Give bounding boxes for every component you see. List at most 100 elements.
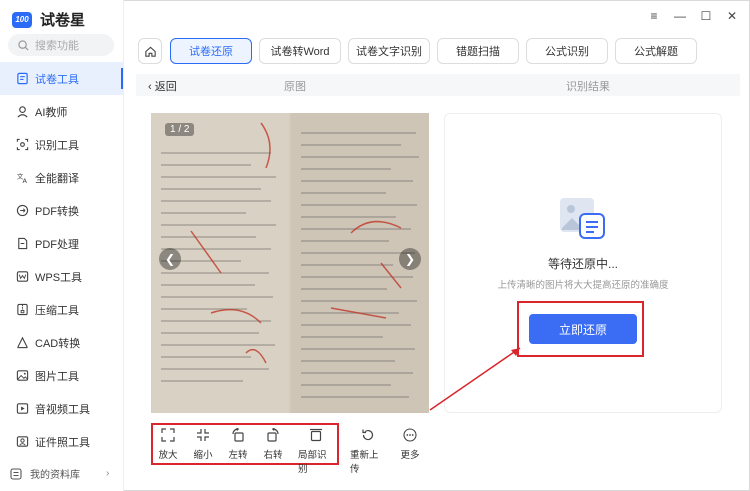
- back-button[interactable]: ‹ 返回: [148, 78, 177, 94]
- sidebar-item-exam-tools[interactable]: 试卷工具: [0, 62, 123, 95]
- compress-arrows-icon: [197, 429, 209, 441]
- original-image: 1 / 2 ❮ ❯: [151, 113, 429, 413]
- more-icon: [403, 428, 417, 442]
- pdf-process-icon: [18, 237, 28, 250]
- rotate-left-icon: [232, 428, 244, 442]
- status-text: 等待还原中...: [547, 257, 618, 271]
- sidebar-item-ai-teacher[interactable]: AI教师: [0, 95, 123, 128]
- pdf-convert-icon: [16, 204, 29, 217]
- chevron-right-icon: ❯: [404, 252, 416, 266]
- tab-formula-solve[interactable]: 公式解题: [615, 38, 697, 64]
- back-label: 返回: [154, 81, 177, 93]
- minimize-icon[interactable]: —: [674, 9, 686, 23]
- chevron-right-icon: ›: [106, 468, 110, 479]
- search-icon: [18, 39, 29, 51]
- scan-icon: [16, 138, 29, 151]
- rotate-right-icon: [267, 428, 279, 442]
- tool-label: 更多: [400, 450, 420, 461]
- id-photo-icon: [16, 436, 29, 447]
- search-input[interactable]: 搜索功能: [8, 34, 114, 56]
- sidebar-item-recognize-tools[interactable]: 识别工具: [0, 128, 123, 161]
- media-icon: [16, 403, 29, 414]
- image-icon: [16, 370, 29, 381]
- partial-recognize-button[interactable]: 局部识别: [298, 428, 334, 475]
- sidebar-item-label: 全能翻译: [35, 172, 79, 185]
- content-header: ‹ 返回 原图 识别结果: [136, 74, 740, 96]
- sidebar-item-media-tools[interactable]: 音视频工具: [0, 392, 123, 425]
- home-icon: [144, 46, 156, 57]
- sidebar-item-label: 试卷工具: [35, 73, 79, 86]
- sidebar-item-label: PDF处理: [35, 238, 79, 251]
- refresh-icon: [362, 429, 374, 441]
- tab-formula-recognize[interactable]: 公式识别: [526, 38, 608, 64]
- sidebar-item-label: 证件照工具: [35, 436, 90, 449]
- compress-icon: [17, 303, 28, 316]
- sidebar-item-pdf-process[interactable]: PDF处理: [0, 227, 123, 260]
- sidebar-item-image-tools[interactable]: 图片工具: [0, 359, 123, 392]
- rotate-right-button[interactable]: 右转: [255, 428, 291, 461]
- sidebar-item-translate[interactable]: 文A 全能翻译: [0, 161, 123, 194]
- sidebar-item-pdf-convert[interactable]: PDF转换: [0, 194, 123, 227]
- maximize-icon[interactable]: ☐: [700, 9, 712, 23]
- expand-icon: [161, 428, 175, 442]
- sidebar-item-label: 图片工具: [35, 370, 79, 383]
- tool-tabs: 试卷还原 试卷转Word 试卷文字识别 错题扫描 公式识别 公式解题: [170, 38, 697, 64]
- rotate-left-button[interactable]: 左转: [220, 428, 256, 461]
- tool-label: 右转: [263, 450, 283, 461]
- original-label: 原图: [284, 81, 306, 93]
- tool-label: 左转: [228, 450, 248, 461]
- tab-exam-ocr[interactable]: 试卷文字识别: [348, 38, 430, 64]
- app-logo: 100 试卷星: [12, 9, 85, 30]
- sidebar-item-label: 压缩工具: [35, 304, 79, 317]
- more-button[interactable]: 更多: [392, 428, 428, 461]
- reupload-button[interactable]: 重新上传: [350, 428, 386, 475]
- cad-icon: [17, 336, 28, 349]
- library-icon: [10, 467, 22, 480]
- next-image-button[interactable]: ❯: [399, 248, 421, 270]
- tab-exam-to-word[interactable]: 试卷转Word: [259, 38, 341, 64]
- sidebar-nav: 试卷工具 AI教师 识别工具 文A 全能翻译 PDF转换 PDF处理 WPS工具: [0, 62, 123, 458]
- ai-teacher-icon: [17, 106, 28, 118]
- logo-badge: 100: [12, 11, 32, 28]
- tool-label: 缩小: [193, 450, 213, 461]
- tab-exam-restore[interactable]: 试卷还原: [170, 38, 252, 64]
- tool-label: 放大: [158, 450, 178, 461]
- window-controls: ≡ — ☐ ✕: [648, 9, 738, 23]
- sidebar-item-id-photo[interactable]: 证件照工具: [0, 425, 123, 458]
- app-name: 试卷星: [40, 12, 86, 29]
- sidebar-item-label: 识别工具: [35, 139, 79, 152]
- image-placeholder-icon: [560, 198, 605, 239]
- wps-icon: [16, 271, 29, 282]
- sidebar-item-label: PDF转换: [35, 205, 79, 218]
- menu-icon[interactable]: ≡: [648, 9, 660, 23]
- prev-image-button[interactable]: ❮: [159, 248, 181, 270]
- sidebar: 100 试卷星 搜索功能 试卷工具 AI教师 识别工具 文A 全能翻译 PDF转…: [0, 0, 124, 491]
- sidebar-item-label: AI教师: [35, 106, 68, 119]
- crop-icon: [310, 428, 322, 442]
- sidebar-item-compress[interactable]: 压缩工具: [0, 293, 123, 326]
- document-tool-icon: [17, 72, 28, 85]
- sidebar-item-label: 音视频工具: [35, 403, 90, 416]
- result-label: 识别结果: [566, 81, 610, 93]
- close-icon[interactable]: ✕: [726, 9, 738, 23]
- sidebar-item-wps-tools[interactable]: WPS工具: [0, 260, 123, 293]
- my-library-button[interactable]: 我的资料库 ›: [10, 466, 109, 481]
- tab-wrong-question-scan[interactable]: 错题扫描: [437, 38, 519, 64]
- hint-text: 上传清晰的图片将大大提高还原的准确度: [497, 280, 669, 291]
- zoom-out-button[interactable]: 缩小: [185, 428, 221, 461]
- restore-now-button[interactable]: 立即还原: [529, 314, 637, 344]
- tool-label: 局部识别: [298, 450, 327, 475]
- sidebar-item-label: CAD转换: [35, 337, 81, 350]
- search-placeholder: 搜索功能: [35, 40, 79, 52]
- chevron-left-icon: ❮: [164, 252, 176, 266]
- sidebar-item-label: WPS工具: [35, 271, 83, 284]
- home-button[interactable]: [138, 38, 162, 64]
- image-page-counter: 1 / 2: [165, 123, 195, 136]
- library-label: 我的资料库: [30, 470, 80, 481]
- svg-text:A: A: [23, 177, 28, 184]
- zoom-in-button[interactable]: 放大: [150, 428, 186, 461]
- tool-label: 重新上传: [350, 450, 379, 475]
- exam-photo: [151, 113, 429, 413]
- sidebar-item-cad-convert[interactable]: CAD转换: [0, 326, 123, 359]
- translate-icon: 文A: [17, 171, 28, 184]
